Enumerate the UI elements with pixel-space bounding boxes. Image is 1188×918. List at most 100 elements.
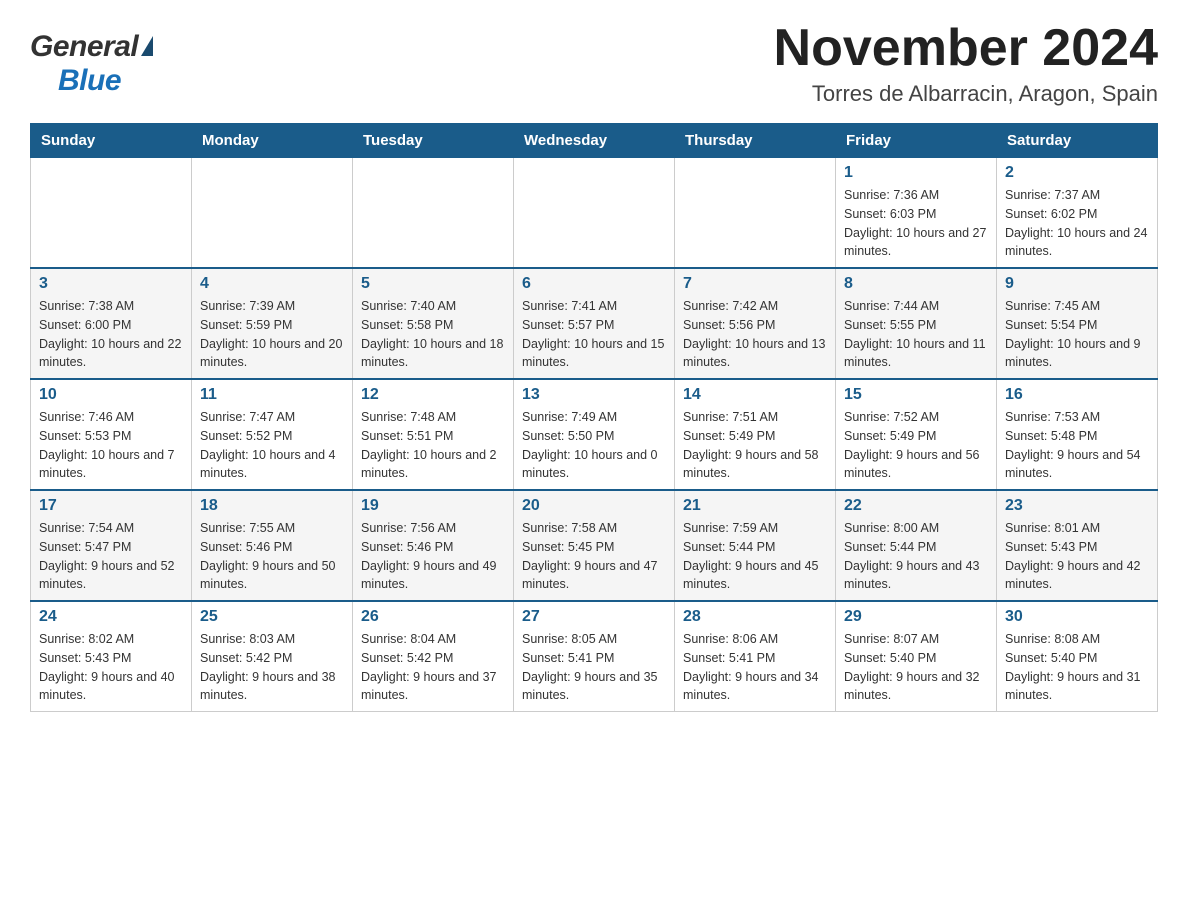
table-row: 10Sunrise: 7:46 AMSunset: 5:53 PMDayligh… — [31, 379, 192, 490]
day-number: 19 — [361, 497, 505, 515]
table-row: 20 Sunrise: 7:58 AMSunset: 5:45 PMDayligh… — [514, 490, 675, 601]
day-number: 12 — [361, 386, 505, 404]
day-info: Sunrise: 8:05 AMSunset: 5:41 PMDaylight:… — [522, 630, 666, 705]
table-row — [192, 158, 353, 269]
table-row: 2 Sunrise: 7:37 AMSunset: 6:02 PMDaylight… — [997, 158, 1158, 269]
table-row: 26 Sunrise: 8:04 AMSunset: 5:42 PMDayligh… — [353, 601, 514, 712]
table-row: 23 Sunrise: 8:01 AMSunset: 5:43 PMDayligh… — [997, 490, 1158, 601]
day-number: 1 — [844, 164, 988, 182]
day-number: 7 — [683, 275, 827, 293]
day-info: Sunrise: 7:59 AMSunset: 5:44 PMDaylight:… — [683, 519, 827, 594]
calendar-week-row: 3Sunrise: 7:38 AMSunset: 6:00 PMDaylight… — [31, 268, 1158, 379]
month-year-title: November 2024 — [774, 20, 1158, 77]
table-row: 28Sunrise: 8:06 AMSunset: 5:41 PMDayligh… — [675, 601, 836, 712]
day-info: Sunrise: 8:06 AMSunset: 5:41 PMDaylight:… — [683, 630, 827, 705]
calendar-week-row: 10Sunrise: 7:46 AMSunset: 5:53 PMDayligh… — [31, 379, 1158, 490]
day-info: Sunrise: 7:56 AMSunset: 5:46 PMDaylight:… — [361, 519, 505, 594]
day-info: Sunrise: 7:46 AMSunset: 5:53 PMDaylight:… — [39, 408, 183, 483]
day-number: 14 — [683, 386, 827, 404]
table-row: 9 Sunrise: 7:45 AMSunset: 5:54 PMDaylight… — [997, 268, 1158, 379]
day-info: Sunrise: 7:41 AMSunset: 5:57 PMDaylight:… — [522, 297, 666, 372]
table-row: 3Sunrise: 7:38 AMSunset: 6:00 PMDaylight… — [31, 268, 192, 379]
logo-blue-text: Blue — [58, 64, 121, 98]
header-sunday: Sunday — [31, 124, 192, 158]
day-info: Sunrise: 7:58 AMSunset: 5:45 PMDaylight:… — [522, 519, 666, 594]
page-header: General Blue November 2024 Torres de Alb… — [30, 20, 1158, 107]
day-info: Sunrise: 7:52 AMSunset: 5:49 PMDaylight:… — [844, 408, 988, 483]
table-row: 15 Sunrise: 7:52 AMSunset: 5:49 PMDayligh… — [836, 379, 997, 490]
table-row: 18Sunrise: 7:55 AMSunset: 5:46 PMDayligh… — [192, 490, 353, 601]
table-row: 24 Sunrise: 8:02 AMSunset: 5:43 PMDayligh… — [31, 601, 192, 712]
day-info: Sunrise: 7:45 AMSunset: 5:54 PMDaylight:… — [1005, 297, 1149, 372]
day-info: Sunrise: 8:02 AMSunset: 5:43 PMDaylight:… — [39, 630, 183, 705]
day-info: Sunrise: 8:00 AMSunset: 5:44 PMDaylight:… — [844, 519, 988, 594]
day-info: Sunrise: 8:01 AMSunset: 5:43 PMDaylight:… — [1005, 519, 1149, 594]
table-row: 4Sunrise: 7:39 AMSunset: 5:59 PMDaylight… — [192, 268, 353, 379]
day-number: 21 — [683, 497, 827, 515]
day-number: 29 — [844, 608, 988, 626]
day-number: 6 — [522, 275, 666, 293]
day-number: 30 — [1005, 608, 1149, 626]
day-info: Sunrise: 8:04 AMSunset: 5:42 PMDaylight:… — [361, 630, 505, 705]
day-number: 9 — [1005, 275, 1149, 293]
header-monday: Monday — [192, 124, 353, 158]
day-number: 16 — [1005, 386, 1149, 404]
table-row: 5 Sunrise: 7:40 AMSunset: 5:58 PMDaylight… — [353, 268, 514, 379]
table-row — [675, 158, 836, 269]
day-info: Sunrise: 7:51 AMSunset: 5:49 PMDaylight:… — [683, 408, 827, 483]
logo-arrow-icon — [141, 36, 153, 56]
calendar-week-row: 17Sunrise: 7:54 AMSunset: 5:47 PMDayligh… — [31, 490, 1158, 601]
table-row — [31, 158, 192, 269]
day-number: 15 — [844, 386, 988, 404]
day-number: 24 — [39, 608, 183, 626]
calendar-week-row: 1 Sunrise: 7:36 AMSunset: 6:03 PMDaylight… — [31, 158, 1158, 269]
day-number: 11 — [200, 386, 344, 404]
day-info: Sunrise: 7:44 AMSunset: 5:55 PMDaylight:… — [844, 297, 988, 372]
header-friday: Friday — [836, 124, 997, 158]
table-row: 29 Sunrise: 8:07 AMSunset: 5:40 PMDayligh… — [836, 601, 997, 712]
table-row: 21 Sunrise: 7:59 AMSunset: 5:44 PMDayligh… — [675, 490, 836, 601]
day-number: 22 — [844, 497, 988, 515]
table-row — [353, 158, 514, 269]
table-row: 13Sunrise: 7:49 AMSunset: 5:50 PMDayligh… — [514, 379, 675, 490]
day-number: 4 — [200, 275, 344, 293]
title-block: November 2024 Torres de Albarracin, Arag… — [774, 20, 1158, 107]
table-row: 14 Sunrise: 7:51 AMSunset: 5:49 PMDayligh… — [675, 379, 836, 490]
table-row: 11 Sunrise: 7:47 AMSunset: 5:52 PMDayligh… — [192, 379, 353, 490]
day-number: 23 — [1005, 497, 1149, 515]
location-subtitle: Torres de Albarracin, Aragon, Spain — [774, 81, 1158, 107]
day-number: 20 — [522, 497, 666, 515]
table-row: 6 Sunrise: 7:41 AMSunset: 5:57 PMDaylight… — [514, 268, 675, 379]
table-row: 30 Sunrise: 8:08 AMSunset: 5:40 PMDayligh… — [997, 601, 1158, 712]
day-info: Sunrise: 7:36 AMSunset: 6:03 PMDaylight:… — [844, 186, 988, 261]
day-number: 2 — [1005, 164, 1149, 182]
table-row: 17Sunrise: 7:54 AMSunset: 5:47 PMDayligh… — [31, 490, 192, 601]
day-number: 26 — [361, 608, 505, 626]
day-info: Sunrise: 7:37 AMSunset: 6:02 PMDaylight:… — [1005, 186, 1149, 261]
day-info: Sunrise: 8:08 AMSunset: 5:40 PMDaylight:… — [1005, 630, 1149, 705]
table-row: 8 Sunrise: 7:44 AMSunset: 5:55 PMDaylight… — [836, 268, 997, 379]
calendar-week-row: 24 Sunrise: 8:02 AMSunset: 5:43 PMDayligh… — [31, 601, 1158, 712]
day-info: Sunrise: 8:07 AMSunset: 5:40 PMDaylight:… — [844, 630, 988, 705]
day-info: Sunrise: 7:40 AMSunset: 5:58 PMDaylight:… — [361, 297, 505, 372]
calendar-table: Sunday Monday Tuesday Wednesday Thursday… — [30, 123, 1158, 712]
day-info: Sunrise: 7:53 AMSunset: 5:48 PMDaylight:… — [1005, 408, 1149, 483]
day-number: 27 — [522, 608, 666, 626]
day-number: 5 — [361, 275, 505, 293]
day-number: 18 — [200, 497, 344, 515]
day-info: Sunrise: 7:48 AMSunset: 5:51 PMDaylight:… — [361, 408, 505, 483]
table-row: 27 Sunrise: 8:05 AMSunset: 5:41 PMDayligh… — [514, 601, 675, 712]
day-info: Sunrise: 7:47 AMSunset: 5:52 PMDaylight:… — [200, 408, 344, 483]
day-info: Sunrise: 7:49 AMSunset: 5:50 PMDaylight:… — [522, 408, 666, 483]
table-row: 12 Sunrise: 7:48 AMSunset: 5:51 PMDayligh… — [353, 379, 514, 490]
table-row — [514, 158, 675, 269]
table-row: 19 Sunrise: 7:56 AMSunset: 5:46 PMDayligh… — [353, 490, 514, 601]
day-number: 8 — [844, 275, 988, 293]
header-tuesday: Tuesday — [353, 124, 514, 158]
header-wednesday: Wednesday — [514, 124, 675, 158]
table-row: 7Sunrise: 7:42 AMSunset: 5:56 PMDaylight… — [675, 268, 836, 379]
day-info: Sunrise: 8:03 AMSunset: 5:42 PMDaylight:… — [200, 630, 344, 705]
logo-general-text: General — [30, 30, 138, 64]
logo: General Blue — [30, 30, 153, 98]
day-info: Sunrise: 7:54 AMSunset: 5:47 PMDaylight:… — [39, 519, 183, 594]
